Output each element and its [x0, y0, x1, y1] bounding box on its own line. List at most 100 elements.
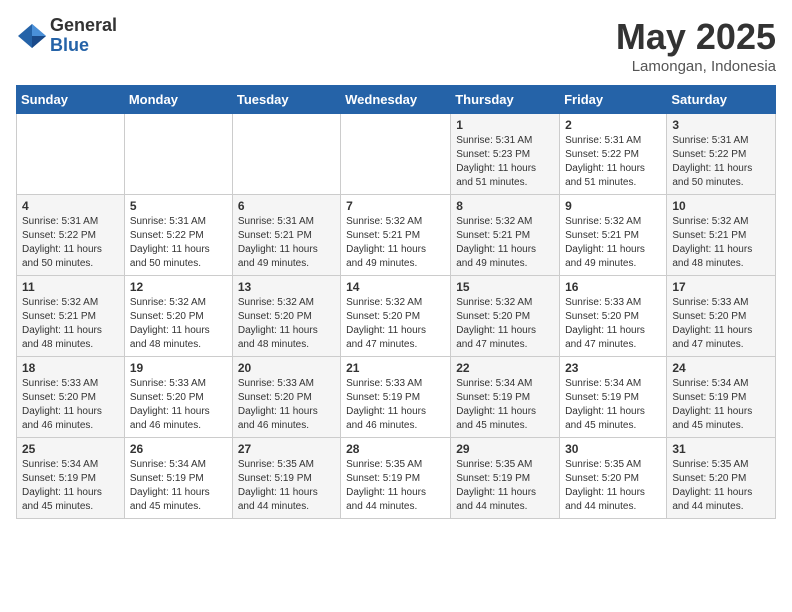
day-number: 19 [130, 361, 227, 375]
calendar-cell: 8Sunrise: 5:32 AM Sunset: 5:21 PM Daylig… [451, 195, 560, 276]
day-number: 12 [130, 280, 227, 294]
logo-icon [16, 22, 48, 50]
weekday-header: Wednesday [341, 86, 451, 114]
calendar-cell: 17Sunrise: 5:33 AM Sunset: 5:20 PM Dayli… [667, 276, 776, 357]
logo-general: General [50, 16, 117, 36]
weekday-header: Saturday [667, 86, 776, 114]
weekday-header: Sunday [17, 86, 125, 114]
day-info: Sunrise: 5:33 AM Sunset: 5:20 PM Dayligh… [130, 377, 227, 433]
day-number: 4 [22, 199, 119, 213]
calendar-cell: 25 Sunrise: 5:34 AM Sunset: 5:19 PM Dayli… [17, 438, 125, 519]
calendar-header: SundayMondayTuesdayWednesdayThursdayFrid… [17, 86, 776, 114]
day-info: Sunrise: 5:32 AM Sunset: 5:21 PM Dayligh… [22, 296, 119, 352]
weekday-header: Thursday [451, 86, 560, 114]
calendar-cell: 15Sunrise: 5:32 AM Sunset: 5:20 PM Dayli… [451, 276, 560, 357]
day-number: 3 [672, 118, 770, 132]
day-number: 21 [346, 361, 445, 375]
day-info: Sunrise: 5:34 AM Sunset: 5:19 PM Dayligh… [565, 377, 661, 433]
calendar-body: 1 Sunrise: 5:31 AM Sunset: 5:23 PM Daylig… [17, 114, 776, 519]
calendar-cell: 27 Sunrise: 5:35 AM Sunset: 5:19 PM Dayli… [232, 438, 340, 519]
logo-text: General Blue [50, 16, 117, 56]
calendar-cell: 31 Sunrise: 5:35 AM Sunset: 5:20 PM Dayli… [667, 438, 776, 519]
calendar-cell: 22Sunrise: 5:34 AM Sunset: 5:19 PM Dayli… [451, 357, 560, 438]
calendar-cell: 24 Sunrise: 5:34 AM Sunset: 5:19 PM Dayli… [667, 357, 776, 438]
day-info: Sunrise: 5:31 AM Sunset: 5:23 PM Dayligh… [456, 134, 554, 190]
calendar-cell: 9Sunrise: 5:32 AM Sunset: 5:21 PM Daylig… [560, 195, 667, 276]
logo: General Blue [16, 16, 117, 56]
day-info: Sunrise: 5:33 AM Sunset: 5:20 PM Dayligh… [238, 377, 335, 433]
page-header: General Blue May 2025 Lamongan, Indonesi… [16, 16, 776, 75]
day-number: 23 [565, 361, 661, 375]
weekday-row: SundayMondayTuesdayWednesdayThursdayFrid… [17, 86, 776, 114]
calendar-cell: 7 Sunrise: 5:32 AM Sunset: 5:21 PM Daylig… [341, 195, 451, 276]
calendar-cell: 6 Sunrise: 5:31 AM Sunset: 5:21 PM Daylig… [232, 195, 340, 276]
day-info: Sunrise: 5:34 AM Sunset: 5:19 PM Dayligh… [672, 377, 770, 433]
calendar-cell: 30 Sunrise: 5:35 AM Sunset: 5:20 PM Dayli… [560, 438, 667, 519]
day-info: Sunrise: 5:32 AM Sunset: 5:21 PM Dayligh… [346, 215, 445, 271]
day-info: Sunrise: 5:35 AM Sunset: 5:20 PM Dayligh… [565, 458, 661, 514]
calendar-cell: 18 Sunrise: 5:33 AM Sunset: 5:20 PM Dayli… [17, 357, 125, 438]
day-number: 10 [672, 199, 770, 213]
day-info: Sunrise: 5:32 AM Sunset: 5:20 PM Dayligh… [238, 296, 335, 352]
day-info: Sunrise: 5:34 AM Sunset: 5:19 PM Dayligh… [130, 458, 227, 514]
day-info: Sunrise: 5:35 AM Sunset: 5:19 PM Dayligh… [238, 458, 335, 514]
day-info: Sunrise: 5:34 AM Sunset: 5:19 PM Dayligh… [22, 458, 119, 514]
day-info: Sunrise: 5:34 AM Sunset: 5:19 PM Dayligh… [456, 377, 554, 433]
calendar-cell [232, 114, 340, 195]
calendar-week-row: 4 Sunrise: 5:31 AM Sunset: 5:22 PM Daylig… [17, 195, 776, 276]
day-info: Sunrise: 5:35 AM Sunset: 5:19 PM Dayligh… [456, 458, 554, 514]
calendar-cell: 4 Sunrise: 5:31 AM Sunset: 5:22 PM Daylig… [17, 195, 125, 276]
day-number: 27 [238, 442, 335, 456]
calendar-cell: 19 Sunrise: 5:33 AM Sunset: 5:20 PM Dayli… [124, 357, 232, 438]
day-number: 26 [130, 442, 227, 456]
day-number: 14 [346, 280, 445, 294]
day-number: 30 [565, 442, 661, 456]
day-number: 18 [22, 361, 119, 375]
day-info: Sunrise: 5:33 AM Sunset: 5:19 PM Dayligh… [346, 377, 445, 433]
calendar-cell [124, 114, 232, 195]
logo-blue: Blue [50, 36, 117, 56]
day-info: Sunrise: 5:35 AM Sunset: 5:20 PM Dayligh… [672, 458, 770, 514]
day-number: 25 [22, 442, 119, 456]
day-info: Sunrise: 5:33 AM Sunset: 5:20 PM Dayligh… [672, 296, 770, 352]
day-info: Sunrise: 5:32 AM Sunset: 5:20 PM Dayligh… [346, 296, 445, 352]
day-number: 31 [672, 442, 770, 456]
day-info: Sunrise: 5:31 AM Sunset: 5:22 PM Dayligh… [130, 215, 227, 271]
day-number: 15 [456, 280, 554, 294]
calendar-table: SundayMondayTuesdayWednesdayThursdayFrid… [16, 85, 776, 519]
day-number: 7 [346, 199, 445, 213]
calendar-cell: 16Sunrise: 5:33 AM Sunset: 5:20 PM Dayli… [560, 276, 667, 357]
calendar-cell [17, 114, 125, 195]
day-number: 6 [238, 199, 335, 213]
day-info: Sunrise: 5:33 AM Sunset: 5:20 PM Dayligh… [565, 296, 661, 352]
day-info: Sunrise: 5:31 AM Sunset: 5:21 PM Dayligh… [238, 215, 335, 271]
day-info: Sunrise: 5:32 AM Sunset: 5:20 PM Dayligh… [130, 296, 227, 352]
calendar-cell: 1 Sunrise: 5:31 AM Sunset: 5:23 PM Daylig… [451, 114, 560, 195]
day-number: 5 [130, 199, 227, 213]
day-number: 20 [238, 361, 335, 375]
day-number: 24 [672, 361, 770, 375]
day-number: 13 [238, 280, 335, 294]
day-number: 2 [565, 118, 661, 132]
calendar-cell: 2 Sunrise: 5:31 AM Sunset: 5:22 PM Daylig… [560, 114, 667, 195]
calendar-week-row: 18 Sunrise: 5:33 AM Sunset: 5:20 PM Dayli… [17, 357, 776, 438]
calendar-cell: 12 Sunrise: 5:32 AM Sunset: 5:20 PM Dayli… [124, 276, 232, 357]
day-number: 1 [456, 118, 554, 132]
calendar-cell [341, 114, 451, 195]
day-number: 28 [346, 442, 445, 456]
day-info: Sunrise: 5:31 AM Sunset: 5:22 PM Dayligh… [565, 134, 661, 190]
month-title: May 2025 [616, 16, 776, 58]
calendar-week-row: 11Sunrise: 5:32 AM Sunset: 5:21 PM Dayli… [17, 276, 776, 357]
calendar-cell: 29Sunrise: 5:35 AM Sunset: 5:19 PM Dayli… [451, 438, 560, 519]
weekday-header: Monday [124, 86, 232, 114]
calendar-cell: 26 Sunrise: 5:34 AM Sunset: 5:19 PM Dayli… [124, 438, 232, 519]
calendar-week-row: 1 Sunrise: 5:31 AM Sunset: 5:23 PM Daylig… [17, 114, 776, 195]
day-info: Sunrise: 5:32 AM Sunset: 5:21 PM Dayligh… [672, 215, 770, 271]
calendar-cell: 10 Sunrise: 5:32 AM Sunset: 5:21 PM Dayli… [667, 195, 776, 276]
calendar-cell: 3Sunrise: 5:31 AM Sunset: 5:22 PM Daylig… [667, 114, 776, 195]
day-info: Sunrise: 5:32 AM Sunset: 5:21 PM Dayligh… [456, 215, 554, 271]
calendar-cell: 11Sunrise: 5:32 AM Sunset: 5:21 PM Dayli… [17, 276, 125, 357]
calendar-cell: 5 Sunrise: 5:31 AM Sunset: 5:22 PM Daylig… [124, 195, 232, 276]
day-info: Sunrise: 5:31 AM Sunset: 5:22 PM Dayligh… [22, 215, 119, 271]
day-info: Sunrise: 5:33 AM Sunset: 5:20 PM Dayligh… [22, 377, 119, 433]
